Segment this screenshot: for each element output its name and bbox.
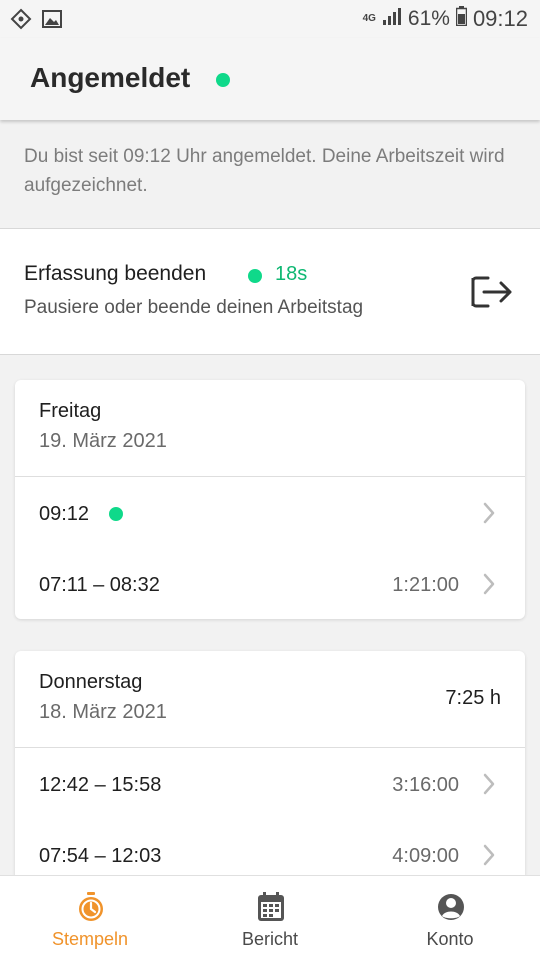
day-date: 19. März 2021 xyxy=(39,430,167,452)
end-tracking-subtitle: Pausiere oder beende deinen Arbeitstag xyxy=(24,297,364,318)
tracking-info-text: Du bist seit 09:12 Uhr angemeldet. Deine… xyxy=(24,146,505,196)
day-card-header: Donnerstag 18. März 2021 7:25 h xyxy=(15,651,525,748)
end-tracking-title: Erfassung beenden xyxy=(24,262,207,285)
calendar-icon xyxy=(257,892,285,927)
day-total: 7:25 h xyxy=(445,687,501,709)
entry-time: 07:11 – 08:32 xyxy=(39,574,160,596)
chevron-right-icon xyxy=(483,773,495,800)
network-label: 4G xyxy=(362,13,376,24)
location-icon xyxy=(10,8,32,36)
nav-label: Stempeln xyxy=(51,929,129,949)
entry-time: 12:42 – 15:58 xyxy=(39,774,162,796)
day-name: Freitag xyxy=(39,400,102,422)
day-card-header: Freitag 19. März 2021 xyxy=(15,380,525,477)
logout-icon[interactable] xyxy=(470,272,514,317)
chevron-right-icon xyxy=(483,844,495,871)
entry-duration: 1:21:00 xyxy=(392,574,459,596)
entry-duration: 3:16:00 xyxy=(392,774,459,796)
page-title: Angemeldet xyxy=(30,62,191,93)
time-entry-row[interactable]: 12:42 – 15:58 3:16:00 xyxy=(15,748,525,819)
chevron-right-icon xyxy=(483,502,495,529)
stopwatch-icon xyxy=(77,892,105,927)
image-notification-icon xyxy=(42,10,62,34)
battery-icon xyxy=(455,6,468,32)
nav-bericht[interactable]: Bericht xyxy=(180,876,360,960)
divider xyxy=(0,354,540,355)
day-card-thursday: Donnerstag 18. März 2021 7:25 h 12:42 – … xyxy=(15,651,525,881)
day-date: 18. März 2021 xyxy=(39,701,167,723)
recording-dot xyxy=(248,269,262,283)
end-tracking-row[interactable]: Erfassung beenden 18s Pausiere oder been… xyxy=(0,229,540,354)
time-entry-row[interactable]: 07:11 – 08:32 1:21:00 xyxy=(15,548,525,619)
battery-percent: 61% xyxy=(407,7,450,30)
day-name: Donnerstag xyxy=(39,671,143,693)
nav-label: Bericht xyxy=(241,929,299,949)
status-bar: 4G 61% 09:12 xyxy=(0,0,540,38)
account-icon xyxy=(437,892,465,927)
clock: 09:12 xyxy=(472,6,528,31)
entry-duration: 4:09:00 xyxy=(392,845,459,867)
chevron-right-icon xyxy=(483,573,495,600)
signal-icon xyxy=(382,7,402,31)
nav-label: Konto xyxy=(426,929,474,949)
time-entry-row[interactable]: 09:12 xyxy=(15,477,525,548)
app-header: Angemeldet xyxy=(0,38,540,120)
entry-time: 07:54 – 12:03 xyxy=(39,845,162,867)
online-status-dot xyxy=(216,73,230,87)
bottom-navigation: Stempeln Bericht Konto xyxy=(0,875,540,960)
elapsed-counter: 18s xyxy=(275,263,308,285)
nav-stempeln[interactable]: Stempeln xyxy=(0,876,180,960)
time-entry-row[interactable]: 07:54 – 12:03 4:09:00 xyxy=(15,819,525,881)
entry-time: 09:12 xyxy=(39,503,90,525)
day-card-friday: Freitag 19. März 2021 09:12 07:11 – 08:3… xyxy=(15,380,525,619)
active-entry-dot xyxy=(109,507,123,521)
nav-konto[interactable]: Konto xyxy=(360,876,540,960)
